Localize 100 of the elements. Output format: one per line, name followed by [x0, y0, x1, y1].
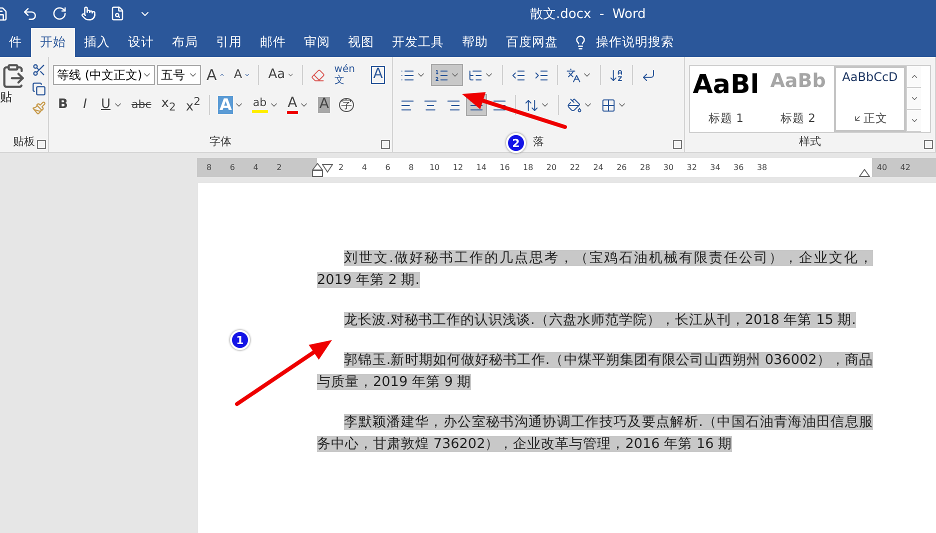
- ruler-number: 42: [899, 163, 912, 172]
- font-size-field[interactable]: 五号: [157, 65, 201, 85]
- font-format-button[interactable]: ab: [248, 94, 282, 116]
- font-format-button[interactable]: wén文: [330, 64, 366, 86]
- tell-me-search[interactable]: 操作说明搜索: [596, 34, 674, 51]
- style-item[interactable]: AaBbCcD 正文: [834, 66, 906, 132]
- ruler-number: 36: [732, 163, 745, 172]
- align-right-icon: [446, 98, 461, 112]
- return-icon: [852, 114, 862, 123]
- sort-icon: [609, 68, 624, 82]
- paint-bucket-icon: [567, 98, 582, 112]
- ruler-number: 10: [428, 163, 441, 172]
- chevron-down-icon: [910, 94, 918, 103]
- font-format-button[interactable]: x$^{2}$: [182, 94, 204, 116]
- ruler-number: 4: [360, 163, 368, 172]
- group-label: 贴板: [13, 134, 35, 149]
- group-label: 字体: [210, 134, 232, 149]
- ruler-number: 2: [276, 163, 283, 172]
- cut-icon[interactable]: [32, 63, 46, 77]
- ribbon-tab[interactable]: 开始: [31, 28, 75, 57]
- style-item[interactable]: AaBl 标题 1: [690, 66, 762, 132]
- align-left-icon: [400, 98, 415, 112]
- ruler-number: 12: [452, 163, 464, 172]
- ruler-number: 22: [568, 163, 581, 172]
- right-indent-icon[interactable]: [859, 169, 870, 177]
- dialog-launcher-icon[interactable]: [37, 140, 46, 149]
- dialog-launcher-icon[interactable]: [924, 140, 933, 149]
- chevron-down-icon: [910, 116, 918, 125]
- window-title: 散文.docx - Word: [530, 6, 646, 23]
- redo-icon[interactable]: [52, 6, 67, 21]
- paragraph-text: 刘世文.做好秘书工作的几点思考，（宝鸡石油机械有限责任公司），企业文化，2019 年第 2 期.: [317, 249, 873, 290]
- group-label: 落: [533, 134, 544, 149]
- distributed-icon: [492, 98, 507, 112]
- ruler-number: 14: [475, 163, 488, 172]
- font-format-button[interactable]: Aa: [264, 64, 298, 86]
- font-format-button[interactable]: abc: [128, 94, 156, 116]
- group-label: 样式: [799, 134, 821, 149]
- font-format-button[interactable]: 字: [336, 94, 358, 116]
- ruler-number: 16: [498, 163, 511, 172]
- ruler-number: 4: [252, 163, 260, 172]
- ribbon-tab[interactable]: 件: [0, 28, 31, 57]
- font-format-button[interactable]: I: [75, 94, 95, 116]
- ribbon-tab[interactable]: 百度网盘: [497, 28, 567, 57]
- align-center-icon: [423, 98, 438, 112]
- font-name-field[interactable]: 等线 (中文正文): [53, 65, 156, 85]
- ruler-number: 20: [546, 163, 558, 172]
- paste-label[interactable]: 贴: [0, 89, 12, 106]
- ruler-number: 32: [686, 163, 698, 172]
- ribbon-tab[interactable]: 开发工具: [383, 28, 453, 57]
- ribbon-tab[interactable]: 设计: [119, 28, 163, 57]
- ruler-number: 30: [662, 163, 674, 172]
- undo-icon[interactable]: [22, 6, 38, 22]
- ruler-number: 2: [337, 163, 345, 172]
- bullet-list-icon: [400, 68, 415, 82]
- ribbon-tab[interactable]: 审阅: [295, 28, 339, 57]
- grow-icon: [218, 71, 225, 79]
- font-format-button[interactable]: U: [97, 94, 126, 116]
- print-preview-icon[interactable]: [110, 6, 125, 21]
- ruler-number: 24: [592, 163, 604, 172]
- ruler-number: 8: [408, 163, 415, 172]
- ruler-number: 6: [384, 163, 392, 172]
- ribbon-tab[interactable]: 布局: [163, 28, 207, 57]
- dialog-launcher-icon[interactable]: [673, 140, 682, 149]
- ruler-number: 8: [205, 163, 213, 172]
- font-format-button[interactable]: B: [53, 94, 73, 116]
- ruler-number: 38: [756, 163, 768, 172]
- line-spacing-icon: [524, 98, 539, 112]
- copy-icon[interactable]: [32, 82, 46, 96]
- ruler-number: 28: [639, 163, 652, 172]
- lightbulb-icon: [573, 35, 588, 50]
- font-format-button[interactable]: A: [314, 94, 334, 116]
- ruler-number: 34: [709, 163, 722, 172]
- ribbon-tab[interactable]: 邮件: [251, 28, 295, 57]
- ribbon-tab[interactable]: 引用: [207, 28, 251, 57]
- chevron-up-icon: [910, 72, 918, 81]
- style-item[interactable]: AaBb 标题 2: [762, 66, 834, 132]
- font-format-button[interactable]: x$_{2}$: [157, 94, 180, 116]
- increase-indent-icon: [534, 68, 549, 82]
- ribbon-tab[interactable]: 帮助: [453, 28, 497, 57]
- paragraph-text: 李默颖潘建华，办公室秘书沟通协调工作技巧及要点解析.（中国石油青海油田信息服务中心，甘肃敦煌 736202），企业改革与管理，2016 年第 16 期: [317, 413, 873, 454]
- font-format-button[interactable]: A: [230, 64, 254, 86]
- numbered-list-icon: [434, 68, 449, 82]
- first-line-indent-icon[interactable]: [322, 164, 333, 173]
- font-format-button[interactable]: A: [368, 64, 388, 86]
- ruler-number: 40: [876, 163, 888, 172]
- touch-mode-icon[interactable]: [81, 6, 96, 21]
- ruler-number: 18: [522, 163, 534, 172]
- paragraph-format-button[interactable]: [431, 64, 463, 86]
- multilevel-list-icon: [468, 68, 483, 82]
- dialog-launcher-icon[interactable]: [381, 140, 390, 149]
- shrink-icon: [244, 71, 250, 79]
- paragraph-text: 龙长波.对秘书工作的认识浅谈.（六盘水师范学院），长江从刊，2018 年第 15 期.: [343, 311, 858, 330]
- ruler-number: 6: [228, 163, 236, 172]
- ruler-number: 26: [616, 163, 628, 172]
- ribbon-tab[interactable]: 视图: [339, 28, 383, 57]
- paragraph-text: 郭锦玉.新时期如何做好秘书工作.（中煤平朔集团有限公司山西朔州 036002），商品与质量，2019 年第 9 期: [317, 351, 873, 392]
- ribbon-tab[interactable]: 插入: [75, 28, 119, 57]
- font-format-button[interactable]: A: [284, 94, 312, 116]
- borders-icon: [601, 98, 616, 112]
- font-format-button[interactable]: A: [202, 64, 228, 86]
